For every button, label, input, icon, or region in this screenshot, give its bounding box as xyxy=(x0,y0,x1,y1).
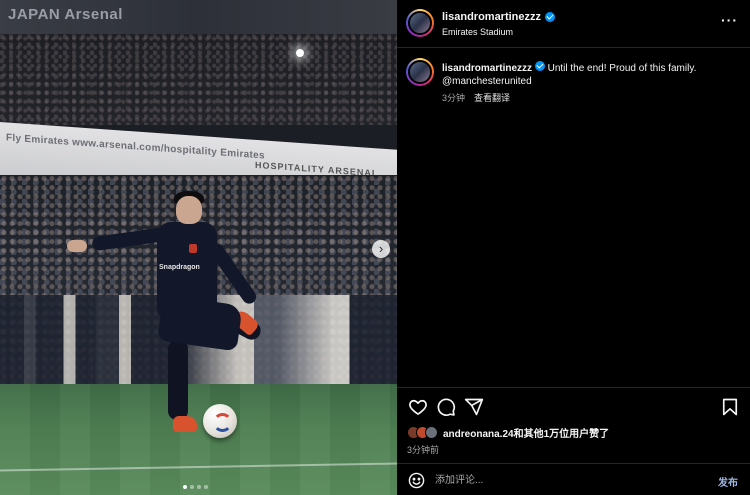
caption-username[interactable]: lisandromartinezzz xyxy=(442,63,532,74)
comment-button[interactable] xyxy=(436,397,456,417)
action-bar xyxy=(397,387,750,427)
liker-avatar xyxy=(425,426,438,439)
comment-icon xyxy=(437,398,456,416)
verified-badge-icon xyxy=(534,61,545,71)
post-timestamp[interactable]: 3分钟前 xyxy=(407,443,439,456)
translate-link[interactable]: 查看翻译 xyxy=(474,91,510,104)
carousel-dots xyxy=(183,485,208,489)
player-left-hand xyxy=(67,240,87,252)
header-username[interactable]: lisandromartinezzz xyxy=(442,11,541,23)
heart-icon xyxy=(409,399,427,415)
likes-summary: andreonana.24和其他1万位用户赞了 xyxy=(407,425,609,440)
emoji-button[interactable] xyxy=(408,472,425,489)
avatar-image xyxy=(408,11,432,35)
avatar-image xyxy=(408,60,432,84)
caption-time: 3分钟 xyxy=(442,93,466,103)
avatar[interactable] xyxy=(406,9,434,37)
carousel-dot xyxy=(204,485,208,489)
comment-input[interactable] xyxy=(435,471,695,489)
comment-bar: 发布 xyxy=(397,463,750,495)
carousel-dot xyxy=(197,485,201,489)
post-sidebar: lisandromartinezzz Emirates Stadium ··· … xyxy=(397,0,750,495)
likes-text[interactable]: andreonana.24和其他1万位用户赞了 xyxy=(443,425,609,440)
caption-body: Until the end! Proud of this family. xyxy=(547,63,697,74)
emoji-icon xyxy=(408,472,425,489)
carousel-dot xyxy=(190,485,194,489)
save-button[interactable] xyxy=(720,397,740,417)
bookmark-icon xyxy=(722,398,738,416)
avatar[interactable] xyxy=(406,58,434,86)
share-button[interactable] xyxy=(464,397,484,417)
player-left-leg xyxy=(168,340,188,420)
liker-avatars[interactable] xyxy=(407,426,438,439)
carousel-dot xyxy=(183,485,187,489)
share-icon xyxy=(464,398,484,416)
like-button[interactable] xyxy=(408,397,428,417)
player-left-boot xyxy=(173,416,197,432)
more-options-button[interactable]: ··· xyxy=(721,12,738,28)
shirt-sponsor: Snapdragon xyxy=(159,264,200,271)
post-header: lisandromartinezzz Emirates Stadium ··· xyxy=(397,0,750,48)
caption-text: lisandromartinezzz Until the end! Proud … xyxy=(442,61,732,88)
chevron-right-icon: › xyxy=(378,241,384,256)
caption-meta: 3分钟 查看翻译 xyxy=(442,91,510,104)
header-username-row: lisandromartinezzz xyxy=(442,11,556,23)
club-badge xyxy=(189,244,197,253)
verified-badge-icon xyxy=(545,12,556,22)
caption-mention[interactable]: @manchesterunited xyxy=(442,76,532,87)
football xyxy=(203,404,237,438)
post-comment-button[interactable]: 发布 xyxy=(718,474,738,489)
player-head xyxy=(176,196,202,224)
next-photo-button[interactable]: › xyxy=(372,240,390,258)
location-link[interactable]: Emirates Stadium xyxy=(442,27,513,37)
post-photo[interactable]: JAPAN Arsenal Fly Emirates www.arsenal.c… xyxy=(0,0,397,495)
player: Snapdragon xyxy=(0,0,397,495)
